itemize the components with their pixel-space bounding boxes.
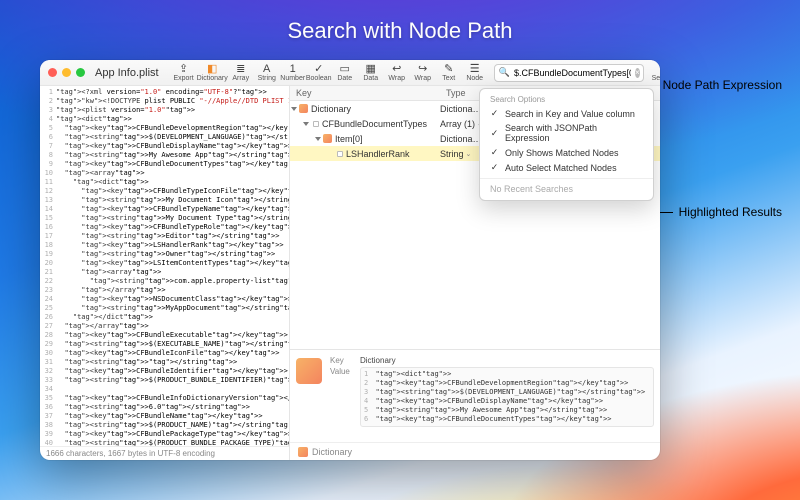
boolean-icon: ✓ [314,64,323,75]
close-icon[interactable] [48,68,57,77]
detail-key: Dictionary [360,356,396,365]
text-button[interactable]: ✎Text [436,62,462,84]
search-option[interactable]: ✓Search with JSONPath Expression [480,121,653,145]
row-key: Dictionary [311,104,351,114]
dict-icon [299,104,308,113]
node-icon: ☰ [470,64,480,75]
search-option[interactable]: ✓Search in Key and Value column [480,106,653,121]
wrap-button[interactable]: ↩Wrap [384,62,410,84]
app-window: App Info.plist ⇪Export◧Dictionary≣ArrayA… [40,60,660,460]
dictionary-icon: ◧ [207,64,217,75]
popover-header: Search Options [480,93,653,106]
leaf-icon [313,121,319,127]
check-icon: ✓ [490,147,499,158]
check-icon: ✓ [490,128,499,139]
zoom-icon[interactable] [76,68,85,77]
type-popup[interactable]: String ⌄ [440,149,471,159]
search-icon: 🔍 [499,67,510,78]
detail-footer: Dictionary [312,447,352,457]
detail-pane: Key Dictionary Value 1 "tag"><dict"tag">… [290,350,660,460]
row-key: CFBundleDocumentTypes [322,119,427,129]
xml-source[interactable]: 1"tag"><?xml version="1.0" encoding="UTF… [40,86,289,446]
dictionary-icon [296,358,322,384]
array-icon: ≣ [236,64,245,75]
dictionary-icon [298,447,308,457]
no-recent-searches: No Recent Searches [480,182,653,196]
dict-icon [323,134,332,143]
page-headline: Search with Node Path [0,18,800,44]
window-title: App Info.plist [95,67,159,79]
check-icon: ✓ [490,162,499,173]
dictionary-button[interactable]: ◧Dictionary [197,62,228,84]
check-icon: ✓ [490,108,499,119]
wrap-icon: ↩ [392,64,401,75]
array-button[interactable]: ≣Array [228,62,254,84]
node-button[interactable]: ☰Node [462,62,488,84]
export-button[interactable]: ⇪Export [171,62,197,84]
wrap2-button[interactable]: ↪Wrap [410,62,436,84]
boolean-button[interactable]: ✓Boolean [306,62,332,84]
minimize-icon[interactable] [62,68,71,77]
clear-icon[interactable]: × [635,68,640,78]
titlebar: App Info.plist ⇪Export◧Dictionary≣ArrayA… [40,60,660,86]
search-option[interactable]: ✓Only Shows Matched Nodes [480,145,653,160]
outline-pane: Key Type Value DictionaryDictiona… ⌄CFBu… [290,86,660,350]
row-key: Item[0] [335,134,363,144]
row-key: LSHandlerRank [346,149,410,159]
date-icon: ▭ [340,64,350,75]
disclosure-icon[interactable] [291,107,297,111]
number-button[interactable]: 1Number [280,62,306,84]
string-icon: A [263,64,270,75]
search-options-popover: Search Options ✓Search in Key and Value … [479,88,654,201]
leaf-icon [337,151,343,157]
source-pane: 1"tag"><?xml version="1.0" encoding="UTF… [40,86,290,460]
search-label: . Search [650,62,660,84]
data-button[interactable]: ▦Data [358,62,384,84]
search-field[interactable]: 🔍 × [494,64,644,82]
status-bar: 1666 characters, 1667 bytes in UTF-8 enc… [40,446,289,460]
string-button[interactable]: AString [254,62,280,84]
number-icon: 1 [290,64,296,75]
type-popup[interactable]: Array (1) ⌄ [440,119,483,129]
text-icon: ✎ [444,64,453,75]
wrap2-icon: ↪ [418,64,427,75]
search-input[interactable] [514,68,631,78]
data-icon: ▦ [366,64,376,75]
search-option[interactable]: ✓Auto Select Matched Nodes [480,160,653,175]
disclosure-icon[interactable] [315,137,321,141]
disclosure-icon[interactable] [303,122,309,126]
export-icon: ⇪ [179,64,188,75]
detail-value[interactable]: 1 "tag"><dict"tag">>2 "tag"><key"tag">>C… [360,367,654,427]
date-button[interactable]: ▭Date [332,62,358,84]
